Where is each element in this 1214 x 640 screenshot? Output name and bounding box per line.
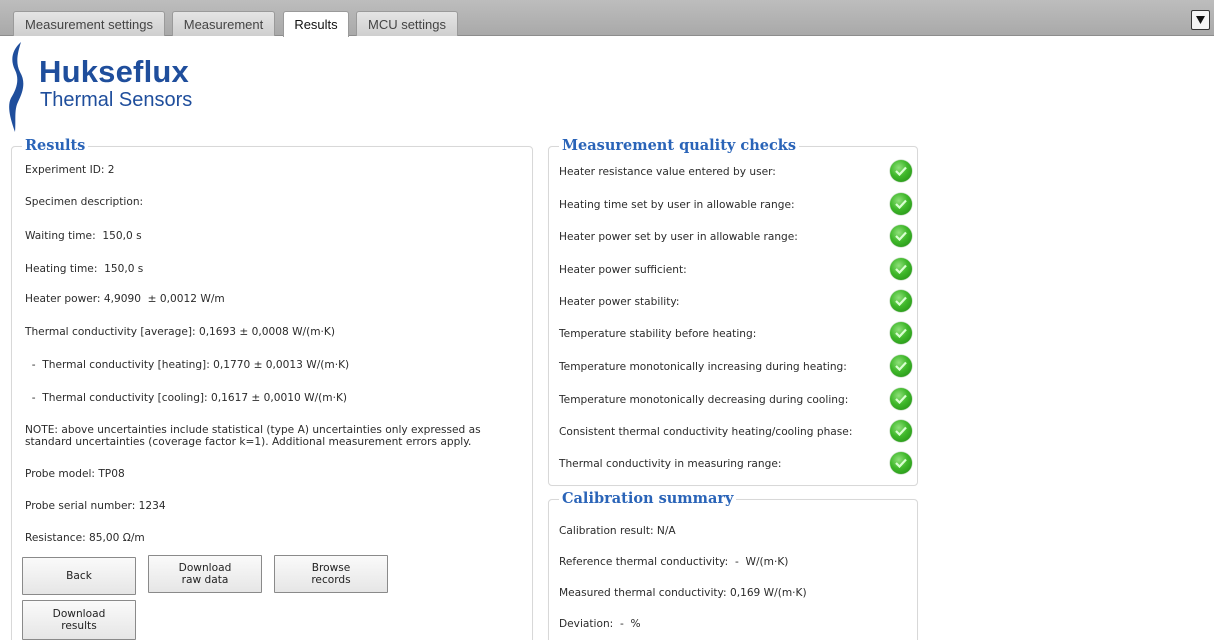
thermal-conductivity-heating: - Thermal conductivity [heating]: 0,1770… (25, 359, 350, 371)
check-ok-icon (890, 225, 912, 247)
tab-mcu-settings[interactable]: MCU settings (356, 11, 458, 36)
experiment-id: Experiment ID: 2 (25, 164, 115, 176)
dropdown-arrow-icon (1196, 16, 1205, 24)
uncertainty-note-line-2: standard uncertainties (coverage factor … (25, 436, 472, 448)
check-label-consistent-conductivity: Consistent thermal conductivity heating/… (559, 426, 853, 438)
check-ok-icon (890, 322, 912, 344)
resistance: Resistance: 85,00 Ω/m (25, 532, 145, 544)
uncertainty-note-line-1: NOTE: above uncertainties include statis… (25, 424, 481, 436)
thermal-conductivity-cooling: - Thermal conductivity [cooling]: 0,1617… (25, 392, 348, 404)
hukseflux-logo-icon (9, 42, 24, 132)
check-label-conductivity-range: Thermal conductivity in measuring range: (559, 458, 782, 470)
heating-time: Heating time: 150,0 s (25, 263, 144, 275)
check-label-temperature-stability: Temperature stability before heating: (559, 328, 757, 340)
logo-subtitle: Thermal Sensors (40, 89, 193, 111)
download-raw-data-button[interactable]: Download raw data (148, 555, 262, 593)
quality-checks-title: Measurement quality checks (559, 137, 799, 155)
check-label-heater-power-range: Heater power set by user in allowable ra… (559, 231, 798, 243)
probe-serial-number: Probe serial number: 1234 (25, 500, 166, 512)
tab-measurement[interactable]: Measurement (172, 11, 275, 36)
tab-results[interactable]: Results (283, 11, 349, 37)
back-button[interactable]: Back (22, 557, 136, 595)
waiting-time: Waiting time: 150,0 s (25, 230, 142, 242)
calibration-result: Calibration result: N/A (559, 525, 676, 537)
heater-power: Heater power: 4,9090 ± 0,0012 W/m (25, 293, 225, 305)
check-label-temperature-decreasing: Temperature monotonically decreasing dur… (559, 394, 849, 406)
check-ok-icon (890, 160, 912, 182)
probe-model: Probe model: TP08 (25, 468, 125, 480)
check-label-heating-time: Heating time set by user in allowable ra… (559, 199, 795, 211)
dropdown-menu-button[interactable] (1191, 10, 1210, 30)
check-ok-icon (890, 420, 912, 442)
specimen-description: Specimen description: (25, 196, 144, 208)
check-ok-icon (890, 258, 912, 280)
reference-thermal-conductivity: Reference thermal conductivity: - W/(m·K… (559, 556, 789, 568)
check-ok-icon (890, 355, 912, 377)
check-label-heater-power-sufficient: Heater power sufficient: (559, 264, 687, 276)
check-ok-icon (890, 193, 912, 215)
logo-title: Hukseflux (39, 54, 189, 89)
check-label-temperature-increasing: Temperature monotonically increasing dur… (559, 361, 847, 373)
check-ok-icon (890, 290, 912, 312)
tab-bar: Measurement settings Measurement Results… (0, 0, 1214, 37)
thermal-conductivity-average: Thermal conductivity [average]: 0,1693 ±… (25, 326, 336, 338)
check-label-heater-power-stability: Heater power stability: (559, 296, 680, 308)
results-title: Results (22, 137, 89, 155)
calibration-title: Calibration summary (559, 490, 737, 508)
download-results-button[interactable]: Download results (22, 600, 136, 640)
check-label-heater-resistance: Heater resistance value entered by user: (559, 166, 776, 178)
measured-thermal-conductivity: Measured thermal conductivity: 0,169 W/(… (559, 587, 807, 599)
check-ok-icon (890, 388, 912, 410)
browse-records-button[interactable]: Browse records (274, 555, 388, 593)
tab-measurement-settings[interactable]: Measurement settings (13, 11, 165, 36)
check-ok-icon (890, 452, 912, 474)
deviation: Deviation: - % (559, 618, 641, 630)
